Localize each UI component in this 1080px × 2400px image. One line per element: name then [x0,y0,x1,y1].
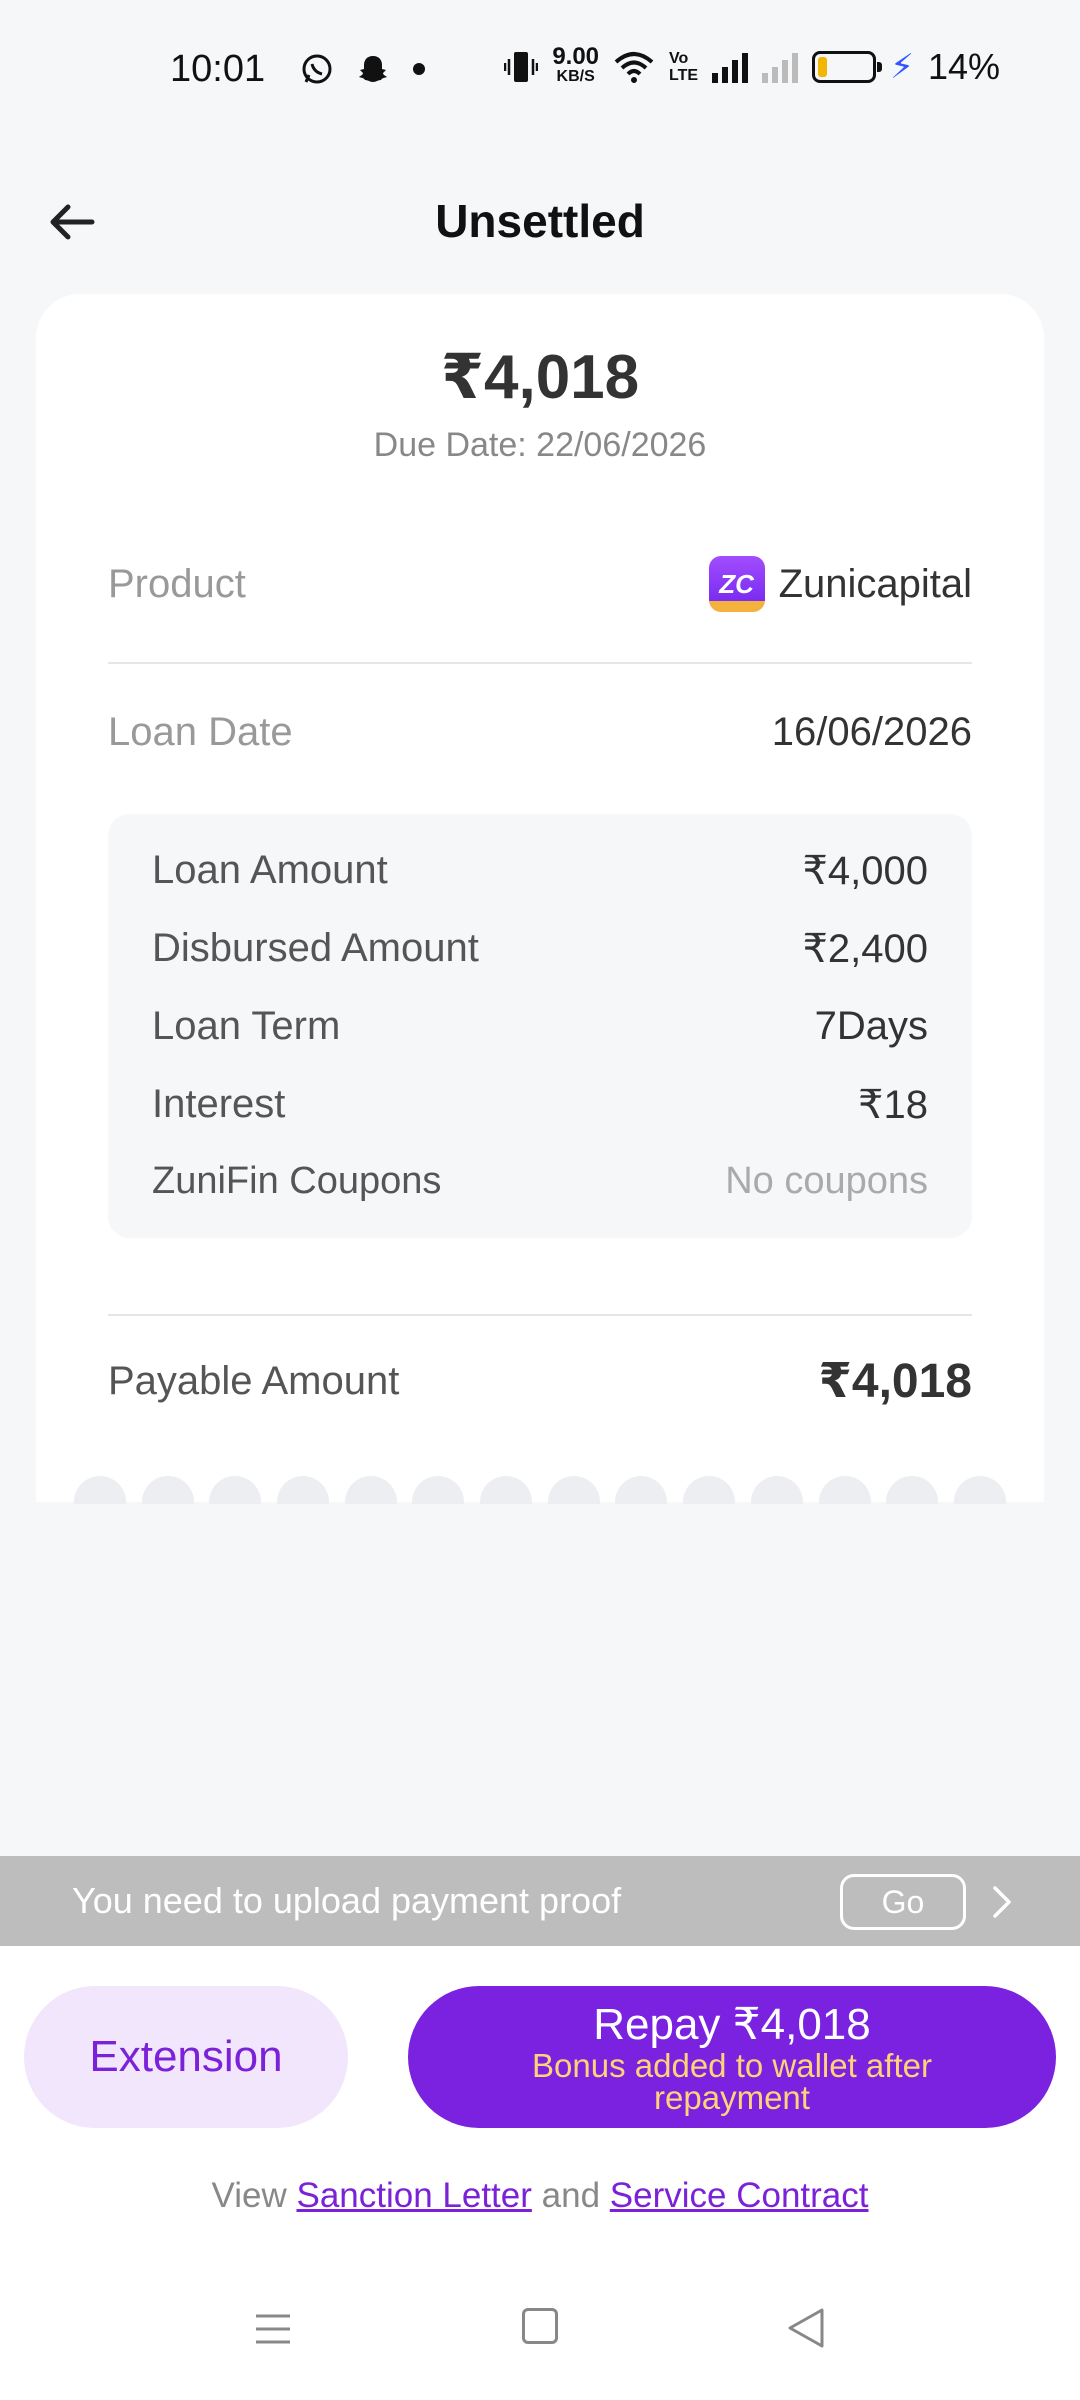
extension-button[interactable]: Extension [24,1986,348,2128]
product-value: ZC Zunicapital [708,556,972,612]
volte-icon: Vo LTE [669,50,699,84]
outstanding-amount: ₹4,018 [440,343,640,412]
breakdown-row-disbursed-amount: Disbursed Amount ₹2,400 [152,926,928,971]
service-contract-link[interactable]: Service Contract [610,2176,869,2215]
nav-back-icon[interactable] [786,2306,826,2350]
breakdown-row-interest: Interest ₹18 [152,1082,928,1127]
status-time: 10:01 [170,48,266,90]
card-scalloped-edge [36,1476,1044,1504]
snapchat-icon [359,56,387,82]
zunicapital-logo-icon: ZC [708,556,765,612]
repay-bonus-note: Bonus added to wallet after repayment [532,2047,932,2116]
battery-percent: 14% [927,46,1000,87]
contract-links: View Sanction Letter and Service Contrac… [211,2176,869,2215]
battery-icon [812,51,883,83]
loan-date-row: Loan Date 16/06/2026 [108,702,972,762]
loan-date-label: Loan Date [108,709,293,754]
charging-icon: ⚡ [890,48,914,86]
page-title: Unsettled [435,195,645,247]
chevron-right-icon[interactable] [990,1884,1014,1920]
whatsapp-icon [302,54,332,84]
loan-date-value: 16/06/2026 [771,709,972,754]
status-system-icons: 9.00 KB/S Vo LTE ⚡ 14% [504,43,1000,88]
recent-apps-icon[interactable] [254,2310,292,2348]
vibrate-icon [504,52,539,82]
sanction-letter-link[interactable]: Sanction Letter [296,2176,531,2215]
payable-row: Payable Amount ₹4,018 [108,1346,972,1416]
breakdown-row-loan-amount: Loan Amount ₹4,000 [152,848,928,893]
payable-value: ₹4,018 [818,1355,972,1408]
due-date: Due Date: 22/06/2026 [373,426,707,464]
status-bar: 10:01 9.00 KB/S Vo LTE ⚡ 14% [0,0,1080,140]
product-name: Zunicapital [778,561,972,606]
loan-breakdown-box: Loan Amount ₹4,000 Disbursed Amount ₹2,4… [108,814,972,1238]
loan-detail-card: ₹4,018 Due Date: 22/06/2026 Product ZC Z… [36,294,1044,1502]
system-navigation-bar [0,2290,1080,2380]
repay-button[interactable]: Repay ₹4,018 Bonus added to wallet after… [408,1986,1056,2128]
payment-proof-text: You need to upload payment proof [72,1880,622,1921]
header: Unsettled [0,170,1080,270]
home-icon[interactable] [522,2308,558,2344]
go-button[interactable]: Go [840,1874,966,1930]
notification-dot-icon [413,63,425,75]
repay-label: Repay ₹4,018 [593,2000,871,2049]
signal-no-service-icon [762,51,799,83]
breakdown-row-coupons[interactable]: ZuniFin Coupons No coupons [152,1160,928,1203]
signal-strength-icon [712,51,749,83]
bottom-action-area: Extension Repay ₹4,018 Bonus added to wa… [0,1946,1080,2400]
payment-proof-banner[interactable]: You need to upload payment proof Go [0,1856,1080,1946]
payable-label: Payable Amount [108,1358,400,1403]
network-speed: 9.00 KB/S [552,43,600,86]
status-notification-icons [300,52,426,86]
product-row: Product ZC Zunicapital [108,554,972,614]
divider [108,1314,972,1316]
divider [108,662,972,664]
breakdown-row-loan-term: Loan Term 7Days [152,1004,928,1048]
wifi-icon [614,52,654,83]
product-label: Product [108,561,246,606]
